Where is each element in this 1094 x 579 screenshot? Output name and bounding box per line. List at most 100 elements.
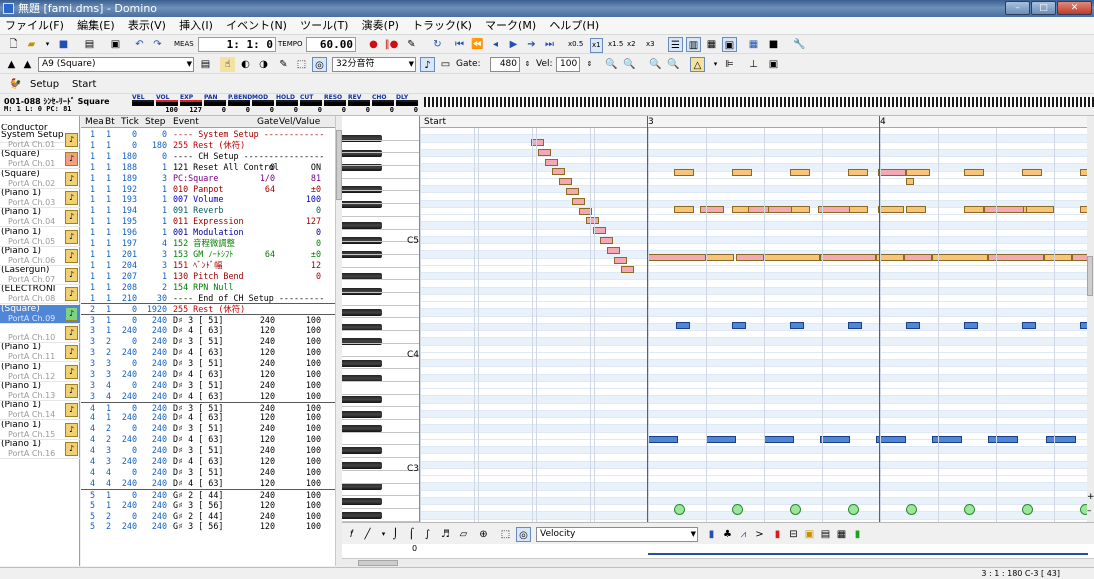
event-row[interactable]: 44240240D♯ 4 [ 63]120100 <box>81 478 335 489</box>
metronome-icon[interactable]: ✎ <box>404 37 419 52</box>
close-button[interactable]: ✕ <box>1057 1 1092 15</box>
note[interactable] <box>848 322 862 329</box>
menu-tools[interactable]: ツール(T) <box>295 17 353 34</box>
window-controller-icon[interactable]: ▦ <box>834 527 849 542</box>
setup-button[interactable]: Setup <box>30 78 59 91</box>
col-value[interactable]: Vel/Value <box>279 116 320 128</box>
note[interactable] <box>820 436 850 443</box>
piano-roll[interactable]: Start 3 4 <box>420 116 1087 522</box>
loop-icon[interactable]: ↻ <box>430 37 445 52</box>
marker-icon[interactable]: ▮ <box>770 527 785 542</box>
gate-mode-icon[interactable]: ▭ <box>438 57 453 72</box>
menu-mark[interactable]: マーク(M) <box>480 17 541 34</box>
select-rect-icon[interactable]: ⬚ <box>498 527 513 542</box>
note[interactable] <box>566 188 579 195</box>
minimize-button[interactable]: – <box>1005 1 1030 15</box>
white-key[interactable] <box>342 293 420 306</box>
event-list-scrollbar[interactable] <box>335 116 342 566</box>
speaker-icon[interactable]: ♪ <box>65 133 78 147</box>
note[interactable] <box>706 254 734 261</box>
speaker-icon[interactable]: ♪ <box>65 384 78 398</box>
pencil-tool-icon[interactable]: ✎ <box>276 57 291 72</box>
piano-roll-scrollbar[interactable]: + – <box>1087 116 1094 522</box>
drum-hit[interactable] <box>848 504 859 515</box>
zoom-plus-icon[interactable]: + <box>1087 492 1094 502</box>
event-row[interactable]: 111961001 Modulation0 <box>81 227 335 238</box>
curve-tool-icon[interactable]: 𝑓 <box>344 527 359 542</box>
track-down-icon[interactable]: ▲ <box>20 57 35 72</box>
import-icon[interactable]: ▣ <box>108 37 123 52</box>
speaker-icon[interactable]: ◐ <box>238 57 253 72</box>
note[interactable] <box>586 217 599 224</box>
note[interactable] <box>906 322 920 329</box>
col-meas[interactable]: Mea <box>85 116 104 128</box>
line-tool-icon[interactable]: ╱ <box>360 527 375 542</box>
note[interactable] <box>878 169 906 176</box>
drum-hit[interactable] <box>674 504 685 515</box>
note[interactable] <box>790 322 804 329</box>
speaker-icon[interactable]: ♪ <box>65 268 78 282</box>
white-key[interactable] <box>342 509 420 522</box>
note[interactable] <box>820 254 876 261</box>
snap-toggle-icon[interactable]: ◎ <box>516 527 531 542</box>
note[interactable] <box>964 169 984 176</box>
score-view-icon[interactable]: ▦ <box>704 37 719 52</box>
note[interactable] <box>732 169 752 176</box>
mute-icon[interactable]: ◑ <box>256 57 271 72</box>
event-row[interactable]: 112082154 RPN Null <box>81 282 335 293</box>
note[interactable] <box>964 206 984 213</box>
drum-hit[interactable] <box>790 504 801 515</box>
note[interactable] <box>621 266 634 273</box>
bar-graph-icon[interactable]: ▮ <box>704 527 719 542</box>
maximize-button[interactable]: □ <box>1031 1 1056 15</box>
speed-x1[interactable]: x1 <box>590 38 603 53</box>
track-row[interactable]: (Piano 1)PortA Ch.15♪ <box>0 421 80 440</box>
note[interactable] <box>878 206 904 213</box>
note[interactable] <box>674 206 694 213</box>
note[interactable] <box>648 254 706 261</box>
zoom-out-v-icon[interactable]: 🔍 <box>666 57 681 72</box>
note-bar-icon[interactable]: ♣ <box>720 527 735 542</box>
zoom-in-v-icon[interactable]: 🔍 <box>648 57 663 72</box>
s-curve-icon[interactable]: ∫ <box>420 527 435 542</box>
note[interactable] <box>848 169 868 176</box>
track-row[interactable]: (ELECTRONIPortA Ch.08♪ <box>0 285 80 304</box>
drum-hit[interactable] <box>732 504 743 515</box>
drum-hit[interactable] <box>1080 504 1087 515</box>
note[interactable] <box>736 254 764 261</box>
note[interactable] <box>676 322 690 329</box>
note[interactable] <box>906 206 926 213</box>
menu-help[interactable]: ヘルプ(H) <box>544 17 604 34</box>
velocity-area[interactable]: 0 <box>342 544 1094 558</box>
white-key[interactable] <box>342 255 420 268</box>
note[interactable] <box>648 436 678 443</box>
velocity-input[interactable]: 100 <box>556 57 580 72</box>
tempo-display[interactable]: 60.00 <box>306 37 356 52</box>
white-key[interactable] <box>342 306 420 319</box>
snap-icon[interactable]: ◎ <box>312 57 327 72</box>
note[interactable] <box>984 206 1024 213</box>
gate-input[interactable]: 480 <box>490 57 520 72</box>
speaker-icon[interactable]: ♪ <box>65 326 78 340</box>
event-row[interactable]: 32240240D♯ 4 [ 63]120100 <box>81 347 335 358</box>
event-row[interactable]: 112013153 GM ﾉｰﾄｼﾌﾄ64±0 <box>81 249 335 260</box>
col-gate[interactable]: Gate <box>257 116 279 128</box>
note[interactable] <box>559 178 572 185</box>
window-icon[interactable]: ▣ <box>766 57 781 72</box>
track-row[interactable]: PortA Ch.10♪ <box>0 324 80 343</box>
event-row[interactable]: 111893PC:Square1/081 <box>81 173 335 184</box>
note[interactable] <box>904 254 932 261</box>
track-row[interactable]: (Square)PortA Ch.01♪ <box>0 150 80 169</box>
menu-edit[interactable]: 編集(E) <box>72 17 120 34</box>
speaker-icon[interactable]: ♪ <box>65 307 78 321</box>
grid-icon[interactable]: ▦ <box>746 37 761 52</box>
track-row[interactable]: (Square)PortA Ch.09♪ <box>0 305 80 324</box>
event-row[interactable]: 42240240D♯ 4 [ 63]120100 <box>81 434 335 445</box>
col-tick[interactable]: Tick <box>121 116 139 128</box>
filter-icon[interactable]: ⊟ <box>786 527 801 542</box>
piano-keyboard[interactable] <box>342 116 420 522</box>
note[interactable] <box>732 322 746 329</box>
event-row[interactable]: 34240240D♯ 4 [ 63]120100 <box>81 391 335 402</box>
back-icon[interactable]: ◂ <box>488 37 503 52</box>
event-row[interactable]: 51240240G♯ 3 [ 56]120100 <box>81 500 335 511</box>
